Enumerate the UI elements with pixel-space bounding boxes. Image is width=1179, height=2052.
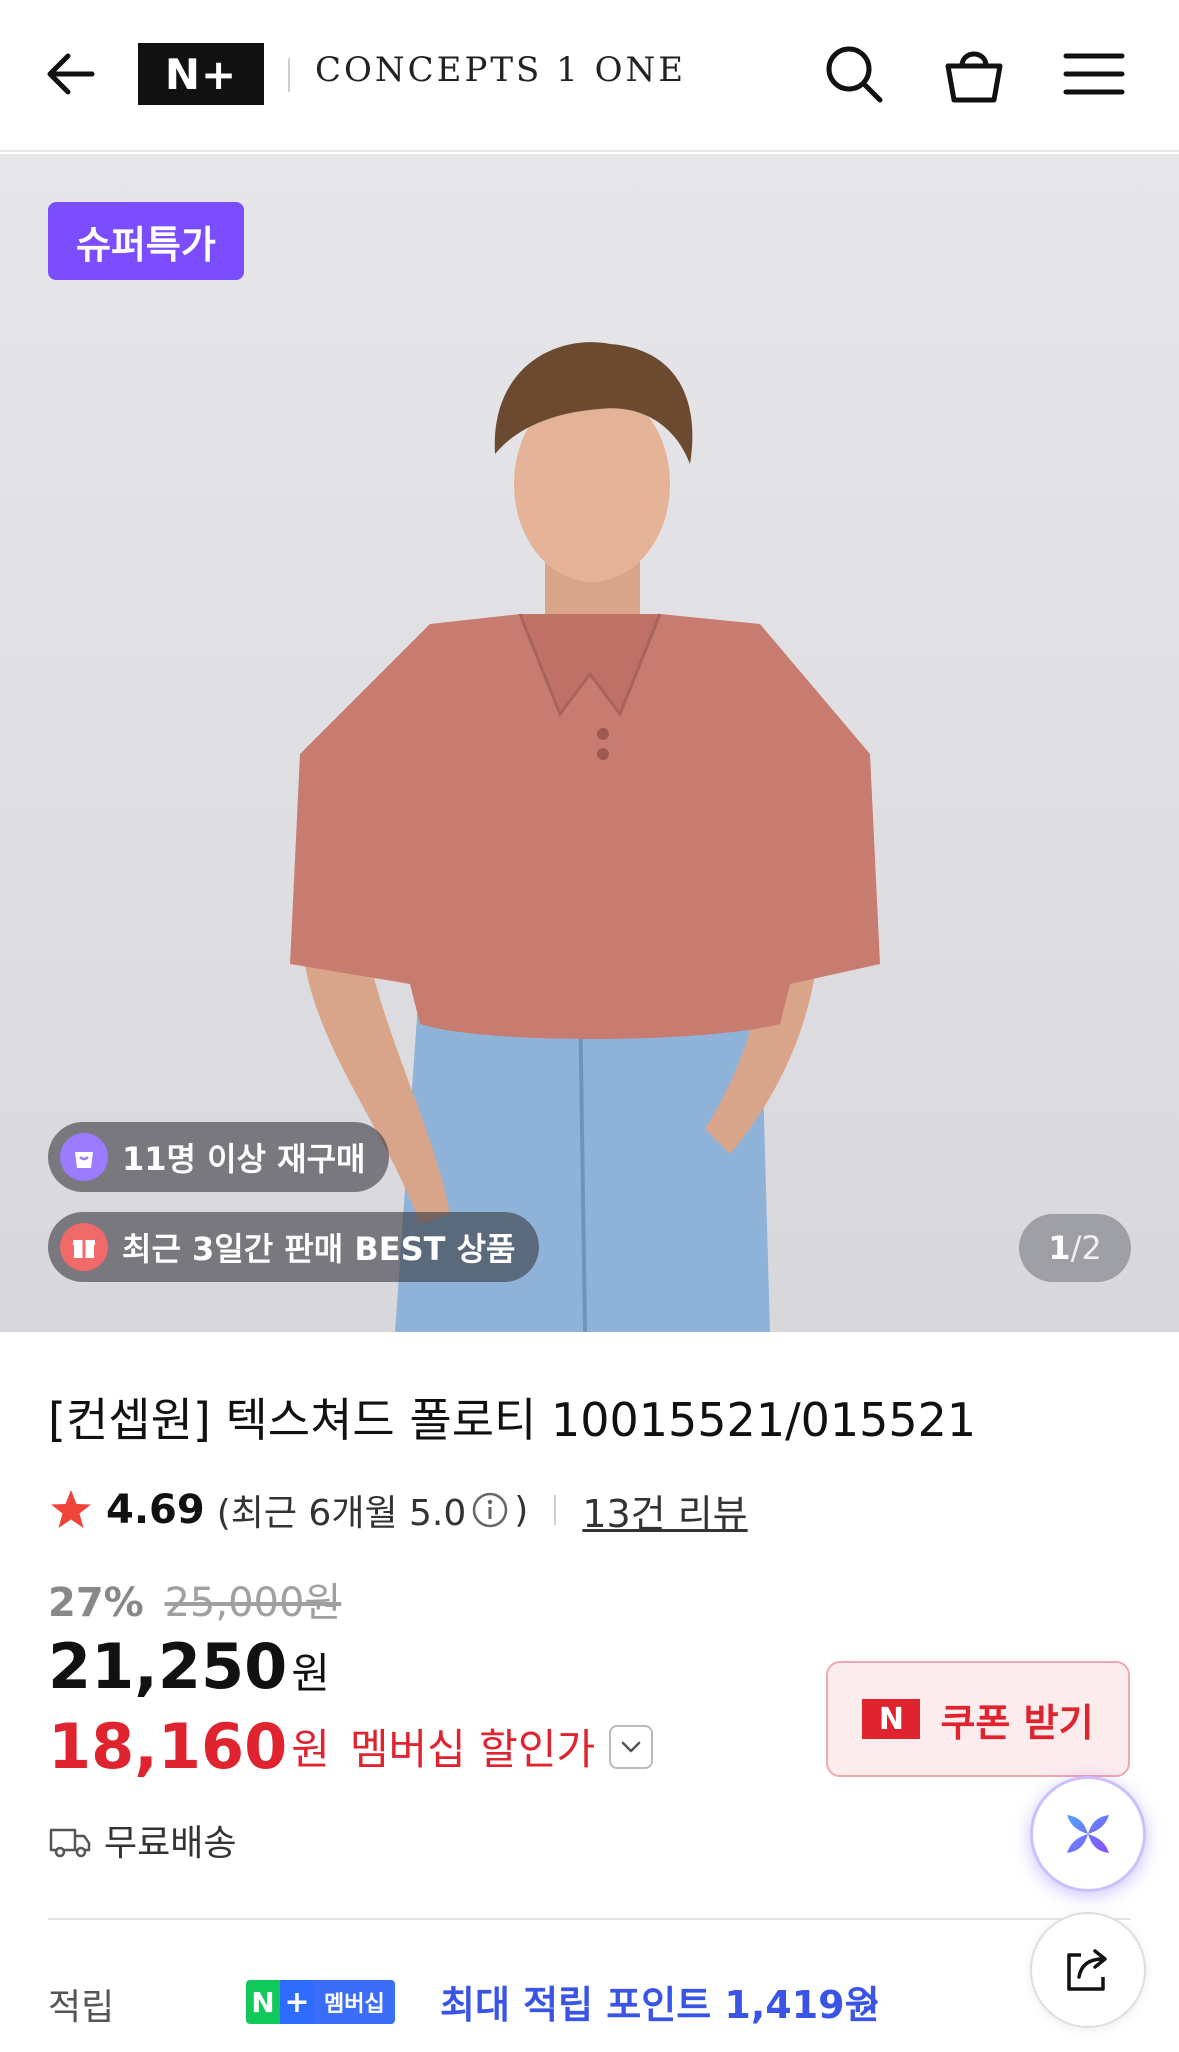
rating-row: 4.69 (최근 6개월 5.0 ) 13건 리뷰 xyxy=(48,1482,748,1538)
chip-plus: + xyxy=(280,1980,314,2024)
member-price-label: 멤버십 할인가 xyxy=(349,1725,596,1774)
points-row[interactable]: 적립 N + 멤버십 최대 적립 포인트 1,419원 xyxy=(48,1970,1048,2030)
repurchase-bag-icon xyxy=(60,1133,108,1181)
product-title: [컨셉원] 텍스쳐드 폴로티 10015521/015521 xyxy=(48,1393,977,1447)
section-divider xyxy=(48,1918,1131,1920)
original-price: 25,000원 xyxy=(164,1580,342,1626)
points-label: 적립 xyxy=(48,1987,115,2028)
discount-rate: 27% xyxy=(48,1580,144,1626)
member-price-row: 18,160 원 멤버십 할인가 xyxy=(48,1710,654,1783)
brand-name[interactable]: CONCEPTS 1 ONE xyxy=(315,50,686,90)
chip-text: 멤버십 xyxy=(314,1980,395,2024)
hamburger-menu-icon[interactable] xyxy=(1060,40,1128,108)
top-navigation-bar: N+ CONCEPTS 1 ONE xyxy=(0,0,1179,152)
naver-coupon-icon: N xyxy=(862,1699,921,1739)
super-deal-badge: 슈퍼특가 xyxy=(48,202,244,280)
member-price: 18,160 xyxy=(48,1710,288,1783)
star-icon xyxy=(51,1490,91,1528)
coupon-label: 쿠폰 받기 xyxy=(940,1700,1094,1745)
best-seller-badge: 최근 3일간 판매 BEST 상품 xyxy=(48,1212,540,1282)
image-page-indicator: 1 / 2 xyxy=(1019,1214,1131,1282)
delivery-truck-icon xyxy=(49,1828,91,1858)
repurchase-badge: 11명 이상 재구매 xyxy=(48,1122,390,1192)
free-shipping-label: 무료배송 xyxy=(104,1823,237,1864)
page-total: 2 xyxy=(1081,1229,1102,1267)
info-icon[interactable] xyxy=(470,1490,510,1530)
back-arrow-icon[interactable] xyxy=(40,42,104,106)
recent-rating-text: (최근 6개월 5.0 xyxy=(216,1493,467,1534)
ai-assistant-button[interactable] xyxy=(1030,1776,1146,1892)
nplus-logo-text: N+ xyxy=(164,49,238,99)
share-button[interactable] xyxy=(1030,1912,1146,2028)
original-price-row: 27% 25,000원 xyxy=(48,1570,341,1628)
get-coupon-button[interactable]: N 쿠폰 받기 xyxy=(826,1661,1130,1777)
max-points-text: 최대 적립 포인트 1,419원 xyxy=(440,1983,880,2027)
best-seller-label: 최근 3일간 판매 BEST 상품 xyxy=(122,1230,516,1268)
chip-n: N xyxy=(246,1980,280,2024)
member-price-expand-button[interactable] xyxy=(609,1724,654,1769)
recent-rating: (최근 6개월 5.0 ) xyxy=(217,1484,529,1536)
repurchase-label: 11명 이상 재구매 xyxy=(122,1140,366,1178)
ai-sparkle-icon xyxy=(1067,1815,1109,1853)
chevron-down-icon xyxy=(621,1741,641,1752)
nplus-store-logo[interactable]: N+ xyxy=(138,43,264,105)
shopping-bag-icon[interactable] xyxy=(940,40,1008,108)
rating-divider xyxy=(554,1495,557,1525)
review-count-link[interactable]: 13건 리뷰 xyxy=(582,1483,747,1538)
logo-divider xyxy=(288,58,290,92)
rating-value: 4.69 xyxy=(106,1487,205,1533)
page-current: 1 xyxy=(1048,1229,1071,1267)
share-icon xyxy=(1067,1949,1107,1991)
product-image-carousel[interactable]: 슈퍼특가 11명 이상 재구매 최근 3일간 판매 BEST 상품 1 / 2 xyxy=(0,154,1179,1332)
sale-price: 21,250 xyxy=(48,1630,288,1703)
chevron-right-icon xyxy=(860,1988,878,2016)
sale-price-unit: 원 xyxy=(291,1649,330,1698)
gift-box-icon xyxy=(60,1223,108,1271)
recent-rating-close: ) xyxy=(514,1489,529,1531)
sale-price-row: 21,250 원 xyxy=(48,1630,330,1703)
page-separator: / xyxy=(1070,1229,1082,1267)
search-icon[interactable] xyxy=(820,40,888,108)
shipping-row: 무료배송 xyxy=(48,1814,236,1866)
member-price-unit: 원 xyxy=(291,1725,330,1774)
nplus-membership-badge: N + 멤버십 xyxy=(246,1980,395,2024)
